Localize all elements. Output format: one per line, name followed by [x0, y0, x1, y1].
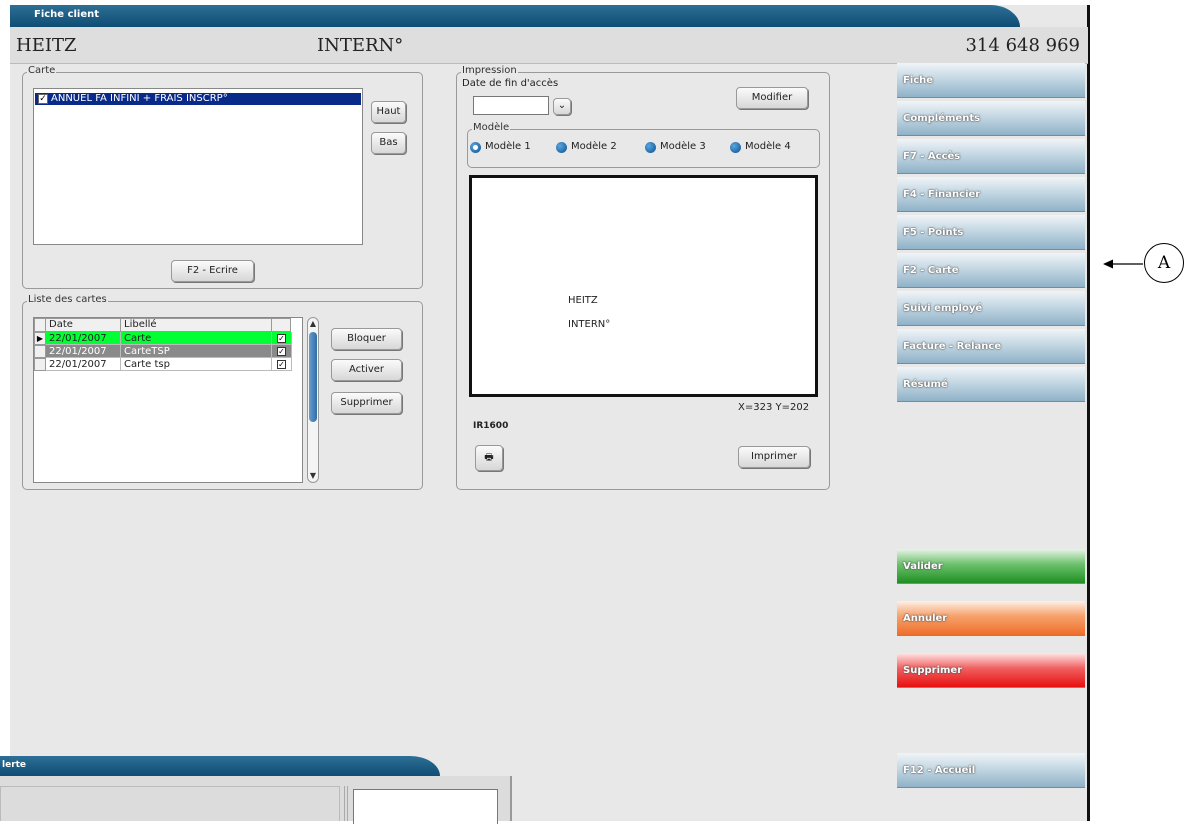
- row-checkbox[interactable]: ✓: [277, 360, 286, 369]
- alert-titlebar: lerte: [0, 756, 440, 776]
- sidebar-item-suivi-employe[interactable]: Suivi employé: [897, 291, 1085, 326]
- modele-4-label[interactable]: Modèle 4: [745, 141, 791, 152]
- alert-body: [0, 776, 512, 824]
- row-check-cell: ✓: [272, 345, 292, 358]
- carte-legend: Carte: [27, 65, 57, 76]
- row-libelle: Carte tsp: [121, 358, 272, 371]
- printer-name: IR1600: [473, 421, 509, 431]
- current-row-indicator: ▶: [34, 332, 46, 345]
- sidebar-item-acces[interactable]: F7 - Accès: [897, 139, 1085, 174]
- carte-group: Carte ✓ ANNUEL FA INFINI + FRAIS INSCRP°…: [22, 65, 423, 289]
- bloquer-button[interactable]: Bloquer: [331, 328, 402, 350]
- modifier-button[interactable]: Modifier: [736, 87, 808, 109]
- modele-2-radio[interactable]: [556, 142, 567, 153]
- cards-table[interactable]: Date Libellé ▶ 22/01/2007 Carte ✓ 22/01/…: [33, 317, 303, 483]
- preview-coordinates: X=323 Y=202: [738, 402, 810, 413]
- chevron-down-icon: ⌄: [557, 100, 567, 111]
- annotation-callout: A: [1144, 243, 1184, 283]
- printer-icon: 🖶: [484, 452, 494, 463]
- date-fin-label: Date de fin d'accès: [462, 78, 559, 89]
- table-scrollbar[interactable]: ▲ ▼: [307, 317, 319, 483]
- supprimer-card-button[interactable]: Supprimer: [331, 392, 402, 414]
- row-indicator: [34, 358, 46, 371]
- imprimer-button[interactable]: Imprimer: [738, 446, 810, 468]
- table-row[interactable]: 22/01/2007 Carte tsp ✓: [34, 358, 304, 371]
- window-titlebar: Fiche client: [10, 5, 1020, 27]
- table-row[interactable]: 22/01/2007 CarteTSP ✓: [34, 345, 304, 358]
- ecrire-button[interactable]: F2 - Ecrire: [171, 260, 254, 282]
- modele-legend: Modèle: [472, 122, 511, 133]
- carte-listbox[interactable]: ✓ ANNUEL FA INFINI + FRAIS INSCRP°: [33, 88, 363, 245]
- column-header-date[interactable]: Date: [45, 318, 121, 332]
- alert-window: lerte: [0, 756, 512, 824]
- card-print-preview[interactable]: HEITZ INTERN°: [469, 175, 818, 397]
- carte-list-item[interactable]: ✓ ANNUEL FA INFINI + FRAIS INSCRP°: [35, 93, 361, 105]
- date-fin-field[interactable]: [473, 96, 549, 115]
- row-check-cell: ✓: [272, 358, 292, 371]
- valider-button[interactable]: Valider: [897, 549, 1085, 584]
- liste-cartes-legend: Liste des cartes: [27, 294, 108, 305]
- sidebar-item-resume[interactable]: Résumé: [897, 367, 1085, 402]
- sidebar-item-facture-relance[interactable]: Facture - Relance: [897, 329, 1085, 364]
- row-checkbox[interactable]: ✓: [277, 347, 286, 356]
- activer-button[interactable]: Activer: [331, 359, 402, 381]
- client-header: HEITZ INTERN° 314 648 969: [10, 27, 1088, 64]
- row-check-cell: ✓: [272, 332, 292, 345]
- client-window: Fiche client HEITZ INTERN° 314 648 969 C…: [10, 5, 1090, 821]
- modele-4-radio[interactable]: [730, 142, 741, 153]
- modele-1-radio[interactable]: [470, 142, 481, 153]
- row-date: 22/01/2007: [46, 358, 121, 371]
- impression-group: Impression Date de fin d'accès ⌄ Modifie…: [456, 65, 830, 490]
- sidebar-item-complements[interactable]: Compléments: [897, 101, 1085, 136]
- date-dropdown-button[interactable]: ⌄: [553, 98, 571, 115]
- scroll-up-icon[interactable]: ▲: [308, 318, 318, 330]
- client-phone: 314 648 969: [965, 35, 1080, 56]
- sidebar-item-fiche[interactable]: Fiche: [897, 63, 1085, 98]
- modele-group: Modèle Modèle 1 Modèle 2 Modèle 3 Modèle…: [467, 122, 820, 168]
- row-date: 22/01/2007: [46, 332, 121, 345]
- alert-text-field[interactable]: [353, 789, 498, 824]
- alert-panel: [0, 786, 340, 821]
- sidebar-item-carte[interactable]: F2 - Carte: [897, 253, 1085, 288]
- printer-button[interactable]: 🖶: [475, 445, 503, 471]
- client-status: INTERN°: [317, 35, 404, 56]
- row-indicator: [34, 345, 46, 358]
- table-row[interactable]: ▶ 22/01/2007 Carte ✓: [34, 332, 304, 345]
- sidebar-item-financier[interactable]: F4 - Financier: [897, 177, 1085, 212]
- carte-item-label: ANNUEL FA INFINI + FRAIS INSCRP°: [51, 93, 228, 104]
- preview-status: INTERN°: [568, 319, 611, 330]
- window-title: Fiche client: [34, 9, 100, 20]
- liste-cartes-group: Liste des cartes Date Libellé ▶ 22/01/20…: [22, 294, 423, 490]
- annotation-arrow-icon: [1103, 259, 1143, 269]
- alert-title: lerte: [2, 760, 27, 770]
- sidebar-item-points[interactable]: F5 - Points: [897, 215, 1085, 250]
- row-checkbox[interactable]: ✓: [277, 334, 286, 343]
- annuler-button[interactable]: Annuler: [897, 601, 1085, 636]
- client-name: HEITZ: [16, 35, 77, 56]
- column-header-libelle[interactable]: Libellé: [120, 318, 272, 332]
- impression-legend: Impression: [461, 65, 518, 76]
- scroll-down-icon[interactable]: ▼: [308, 470, 318, 482]
- modele-3-label[interactable]: Modèle 3: [660, 141, 706, 152]
- accueil-button[interactable]: F12 - Accueil: [897, 753, 1085, 788]
- alert-splitter[interactable]: [344, 786, 348, 821]
- supprimer-button[interactable]: Supprimer: [897, 653, 1085, 688]
- carte-item-checkbox[interactable]: ✓: [38, 94, 48, 104]
- action-sidebar: Fiche Compléments F7 - Accès F4 - Financ…: [897, 63, 1085, 821]
- row-libelle: Carte: [121, 332, 272, 345]
- scroll-thumb[interactable]: [309, 332, 317, 422]
- bas-button[interactable]: Bas: [371, 132, 406, 154]
- row-libelle: CarteTSP: [121, 345, 272, 358]
- haut-button[interactable]: Haut: [371, 101, 406, 123]
- preview-name: HEITZ: [568, 295, 598, 306]
- modele-1-label[interactable]: Modèle 1: [485, 141, 531, 152]
- modele-3-radio[interactable]: [645, 142, 656, 153]
- app-root: Fiche client HEITZ INTERN° 314 648 969 C…: [0, 0, 1189, 824]
- row-date: 22/01/2007: [46, 345, 121, 358]
- modele-2-label[interactable]: Modèle 2: [571, 141, 617, 152]
- column-header-check[interactable]: [271, 318, 291, 332]
